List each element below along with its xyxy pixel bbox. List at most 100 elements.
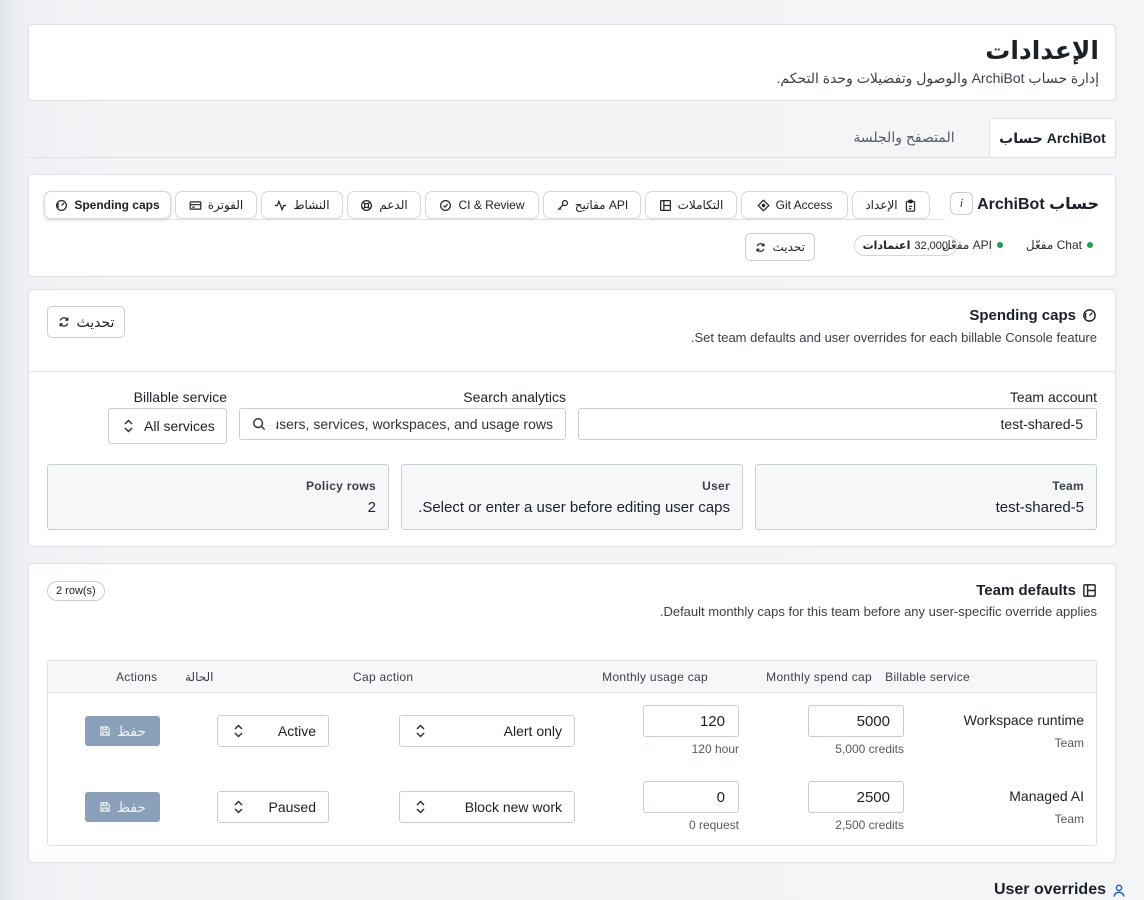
stat-team-value: test-shared-5 — [995, 499, 1084, 516]
refresh-label: تحديث — [76, 313, 115, 330]
chip-label: Git Access — [775, 198, 833, 212]
caps-refresh-button[interactable]: تحديث — [47, 306, 125, 338]
spending-caps-title: Spending caps — [969, 307, 1097, 324]
user-overrides-title: User overrides — [994, 881, 1126, 899]
table-header: Billable service Monthly spend cap Month… — [48, 661, 1096, 693]
search-input[interactable]: Search users, services, workspaces, and … — [239, 408, 566, 440]
spend-cap-input[interactable]: 5000 — [808, 705, 904, 737]
stat-policy-rows: Policy rows 2 — [47, 464, 389, 530]
save-button[interactable]: حفظ — [85, 716, 160, 746]
activity-icon — [275, 199, 287, 211]
chip-spending-caps[interactable]: Spending caps — [44, 191, 171, 219]
service-label: Billable service — [133, 389, 227, 405]
key-icon — [557, 199, 568, 210]
info-button[interactable]: i — [950, 192, 973, 215]
select-arrows-icon — [124, 419, 133, 433]
tab-archibot-account[interactable]: حساب ArchiBot — [989, 118, 1116, 157]
chip-label: الدعم — [379, 198, 408, 212]
stat-user-key: User — [702, 479, 730, 493]
credits-label: اعتمادات — [862, 240, 911, 252]
card-icon — [189, 200, 202, 210]
gauge-icon — [56, 199, 68, 211]
select-arrows-icon — [416, 800, 425, 814]
page-title: الإعدادات — [985, 37, 1099, 65]
select-arrows-icon — [234, 800, 243, 814]
stat-team-key: Team — [1052, 479, 1084, 493]
search-icon — [253, 418, 266, 431]
stat-user: User Select or enter a user before editi… — [401, 464, 743, 530]
lifebuoy-icon — [361, 199, 373, 211]
chip-label: الإعداد — [865, 198, 898, 212]
chip-git-access[interactable]: Git Access — [741, 191, 848, 219]
team-account-input[interactable]: test-shared-5 — [578, 408, 1097, 440]
status-dot — [1087, 242, 1093, 248]
chip-label: Spending caps — [74, 198, 160, 212]
column-header: Actions — [116, 670, 158, 684]
chip-setup[interactable]: الإعداد — [852, 191, 930, 219]
spend-cap-note: 2,500 credits — [835, 818, 904, 832]
status-value: Paused — [268, 799, 316, 815]
save-label: حفظ — [116, 722, 147, 739]
team-defaults-subtitle: Default monthly caps for this team befor… — [659, 604, 1097, 619]
chip-billing[interactable]: الفوترة — [175, 191, 257, 219]
column-header: Monthly spend cap — [766, 670, 872, 684]
chip-activity[interactable]: النشاط — [261, 191, 343, 219]
refresh-icon — [59, 317, 68, 327]
column-header: Monthly usage cap — [602, 670, 708, 684]
team-defaults-card: Team defaults Default monthly caps for t… — [28, 563, 1116, 863]
section-divider — [29, 371, 1115, 372]
select-arrows-icon — [416, 724, 425, 738]
cap-action-select[interactable]: Block new work — [399, 791, 575, 823]
chip-integrations[interactable]: التكاملات — [645, 191, 737, 219]
chip-divider — [45, 219, 945, 220]
tab-browser-session[interactable]: المتصفح والجلسة — [849, 118, 959, 157]
credits-pill: اعتمادات 32,000 — [853, 235, 957, 256]
service-scope: Team — [1054, 736, 1084, 750]
usage-cap-note: 0 request — [688, 818, 739, 832]
chip-support[interactable]: الدعم — [347, 191, 421, 219]
user-overrides-title-text: User overrides — [993, 881, 1106, 898]
status-chat-label: Chat مفعّل — [1025, 238, 1082, 252]
stat-team: Team test-shared-5 — [755, 464, 1097, 530]
page-subtitle: إدارة حساب ArchiBot والوصول وتفضيلات وحد… — [776, 70, 1100, 86]
usage-cap-input[interactable]: 0 — [643, 781, 739, 813]
clipboard-icon — [905, 199, 915, 212]
stat-user-value: Select or enter a user before editing us… — [418, 499, 730, 516]
chip-ci-review[interactable]: CI & Review — [425, 191, 539, 219]
team-defaults-title: Team defaults — [976, 582, 1097, 599]
column-header: Billable service — [885, 670, 970, 684]
account-name: حساب ArchiBot — [977, 196, 1099, 213]
service-select[interactable]: All services — [108, 408, 227, 444]
cap-action-value: Block new work — [464, 799, 562, 815]
account-refresh-button[interactable]: تحديث — [745, 233, 815, 261]
chip-label: التكاملات — [677, 198, 724, 212]
usage-cap-input[interactable]: 120 — [643, 705, 739, 737]
chip-label: النشاط — [293, 198, 330, 212]
chip-label: مفاتيح API — [574, 198, 629, 212]
status-select[interactable]: Paused — [217, 791, 329, 823]
credits-value: 32,000 — [914, 239, 948, 252]
service-name: Managed AI — [1009, 788, 1084, 804]
spending-caps-card: Spending caps Set team defaults and user… — [28, 289, 1116, 547]
chip-api-keys[interactable]: مفاتيح API — [543, 191, 641, 219]
save-label: حفظ — [116, 798, 147, 815]
refresh-icon — [756, 242, 766, 252]
spend-cap-input[interactable]: 2500 — [808, 781, 904, 813]
save-button[interactable]: حفظ — [85, 792, 160, 822]
status-value: Active — [277, 723, 316, 739]
status-select[interactable]: Active — [217, 715, 329, 747]
git-icon — [757, 198, 770, 212]
service-scope: Team — [1054, 812, 1084, 826]
column-header: Cap action — [353, 670, 414, 684]
integrations-icon — [659, 199, 671, 211]
service-select-value: All services — [144, 418, 215, 434]
spend-cap-note: 5,000 credits — [835, 742, 904, 756]
team-defaults-table: Billable service Monthly spend cap Month… — [47, 660, 1097, 846]
column-header: الحالة — [185, 670, 214, 684]
chip-label: CI & Review — [458, 198, 525, 212]
user-icon — [1113, 884, 1125, 897]
team-defaults-title-text: Team defaults — [976, 582, 1076, 599]
select-arrows-icon — [234, 724, 243, 738]
cap-action-select[interactable]: Alert only — [399, 715, 575, 747]
search-label: Search analytics — [463, 389, 566, 405]
